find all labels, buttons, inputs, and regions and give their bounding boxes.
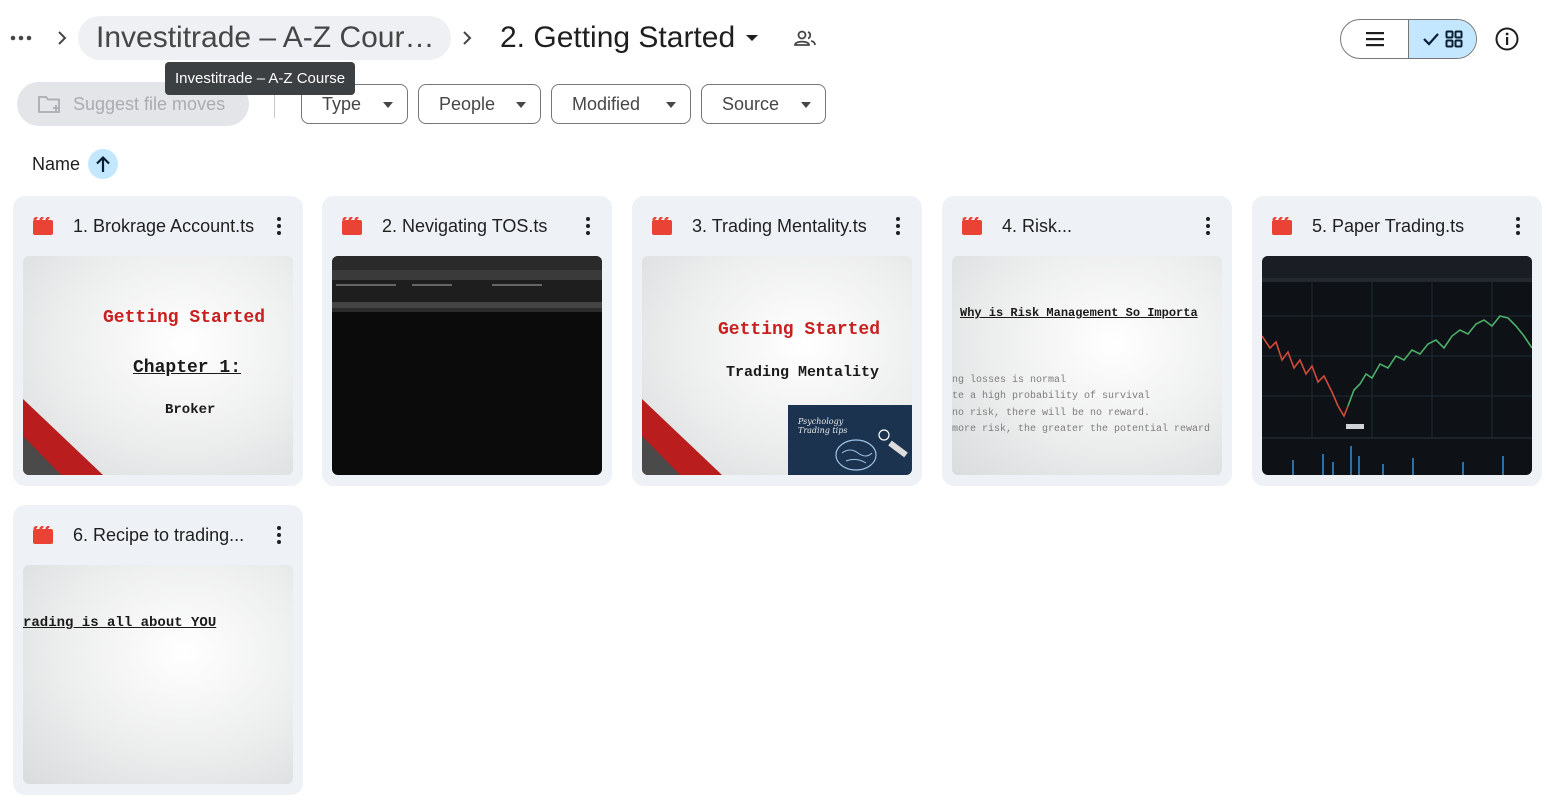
caret-down-icon — [666, 102, 676, 108]
sort-row: Name — [32, 148, 119, 180]
file-thumbnail: Why is Risk Management So Importa ng los… — [952, 256, 1222, 475]
file-card[interactable]: 4. Risk... Why is Risk Management So Imp… — [942, 196, 1232, 486]
thumb-line: Getting Started — [718, 320, 881, 340]
thumb-line: Chapter 1: — [133, 358, 242, 378]
arrow-up-icon — [96, 155, 110, 172]
folder-suggest-icon — [38, 96, 60, 113]
video-file-icon — [1272, 217, 1292, 235]
card-header: 2. Nevigating TOS.ts — [322, 196, 612, 254]
info-icon[interactable] — [1494, 26, 1520, 52]
view-toggle — [1340, 19, 1477, 59]
more-vertical-icon[interactable] — [888, 214, 908, 238]
thumb-line: ng losses is normal — [952, 375, 1067, 386]
breadcrumb-parent-folder[interactable]: Investitrade – A-Z Cour… — [78, 16, 451, 60]
video-file-icon — [33, 217, 53, 235]
file-name: 6. Recipe to trading... — [73, 525, 245, 545]
filter-modified[interactable]: Modified — [551, 84, 691, 124]
more-vertical-icon[interactable] — [269, 214, 289, 238]
chevron-right-icon — [58, 31, 67, 45]
card-header: 4. Risk... — [942, 196, 1232, 254]
file-name: 2. Nevigating TOS.ts — [382, 216, 548, 236]
filter-source-label: Source — [722, 93, 780, 114]
filter-people[interactable]: People — [418, 84, 541, 124]
grid-icon — [1445, 30, 1462, 48]
file-card[interactable]: 2. Nevigating TOS.ts — [322, 196, 612, 486]
more-vertical-icon[interactable] — [1198, 214, 1218, 238]
current-folder-label: 2. Getting Started — [500, 21, 736, 54]
file-name: 3. Trading Mentality.ts — [692, 216, 867, 236]
more-vertical-icon[interactable] — [1508, 214, 1528, 238]
file-card[interactable]: 5. Paper Trading.ts — [1252, 196, 1542, 486]
software-screenshot — [332, 256, 602, 312]
breadcrumb-tooltip: Investitrade – A-Z Course — [165, 62, 356, 95]
caret-down-icon — [516, 102, 526, 108]
thumb-line: rading is all about YOU — [23, 615, 217, 631]
divider — [274, 92, 275, 118]
sort-direction-button[interactable] — [88, 149, 119, 179]
thumb-line: te a high probability of survival — [952, 391, 1151, 402]
caret-down-icon — [746, 35, 759, 41]
file-thumbnail — [1262, 256, 1532, 475]
stock-chart-screenshot — [1262, 256, 1532, 475]
filter-type-label: Type — [322, 93, 362, 114]
file-name: 1. Brokrage Account.ts — [73, 216, 255, 236]
more-vertical-icon[interactable] — [269, 523, 289, 547]
file-card[interactable]: 1. Brokrage Account.ts Getting Started C… — [13, 196, 303, 486]
breadcrumb-current-folder[interactable]: 2. Getting Started — [492, 16, 767, 60]
people-icon[interactable] — [792, 26, 818, 50]
video-file-icon — [962, 217, 982, 235]
card-header: 3. Trading Mentality.ts — [632, 196, 922, 254]
caret-down-icon — [383, 102, 393, 108]
file-thumbnail: Getting Started Chapter 1: Broker — [23, 256, 293, 475]
more-horizontal-icon[interactable] — [8, 26, 34, 50]
thumb-line: no risk, there will be no reward. — [952, 408, 1151, 419]
thumb-line: Why is Risk Management So Importa — [960, 306, 1198, 320]
psychology-image: Psychology Trading tips — [788, 405, 912, 475]
video-file-icon — [342, 217, 362, 235]
file-name: 5. Paper Trading.ts — [1312, 216, 1465, 236]
filter-source[interactable]: Source — [701, 84, 826, 124]
brain-illustration — [835, 429, 908, 471]
card-header: 6. Recipe to trading... — [13, 505, 303, 563]
file-thumbnail — [332, 256, 602, 475]
file-name: 4. Risk... — [1002, 216, 1073, 236]
video-file-icon — [33, 526, 53, 544]
thumb-line: Getting Started — [103, 308, 266, 328]
caret-down-icon — [801, 102, 811, 108]
file-card[interactable]: 6. Recipe to trading... rading is all ab… — [13, 505, 303, 795]
thumb-line: Broker — [165, 402, 216, 418]
video-file-icon — [652, 217, 672, 235]
check-icon — [1422, 33, 1439, 46]
list-icon — [1365, 32, 1384, 47]
file-card[interactable]: 3. Trading Mentality.ts Getting Started … — [632, 196, 922, 486]
thumb-line: Trading Mentality — [726, 364, 880, 381]
file-thumbnail: Getting Started Trading Mentality Psycho… — [642, 256, 912, 475]
grid-view-button[interactable] — [1408, 20, 1476, 58]
file-thumbnail: rading is all about YOU — [23, 565, 293, 784]
list-view-button[interactable] — [1341, 20, 1408, 58]
card-header: 5. Paper Trading.ts — [1252, 196, 1542, 254]
filter-modified-label: Modified — [572, 93, 641, 114]
sort-by-name[interactable]: Name — [32, 154, 80, 175]
chevron-right-icon — [463, 31, 472, 45]
filter-people-label: People — [439, 93, 496, 114]
thumb-line: more risk, the greater the potential rew… — [952, 424, 1211, 435]
more-vertical-icon[interactable] — [578, 214, 598, 238]
card-header: 1. Brokrage Account.ts — [13, 196, 303, 254]
suggest-label: Suggest file moves — [73, 93, 226, 114]
